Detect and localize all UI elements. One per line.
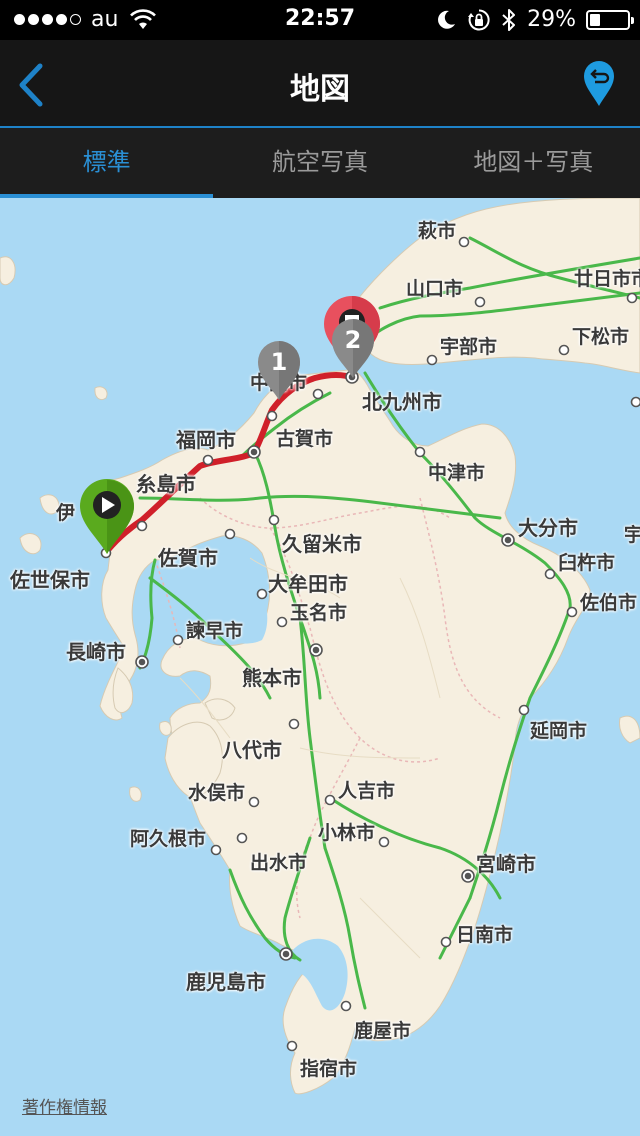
- status-bar: au 22:57 29%: [0, 0, 640, 40]
- city-label: 出水市: [250, 852, 308, 874]
- city-label: 糸島市: [136, 472, 196, 496]
- orientation-lock-icon: [468, 8, 490, 30]
- signal-strength-icon: [14, 14, 81, 25]
- start-pin[interactable]: [78, 478, 136, 556]
- city-label: 下松市: [572, 326, 630, 348]
- battery-level-fill: [590, 13, 600, 26]
- page-title: 地図: [290, 72, 350, 107]
- land-island-2: [19, 533, 42, 555]
- city-label: 古賀市: [276, 428, 334, 450]
- city-label: 阿久根市: [130, 828, 207, 850]
- city-label: 宇: [624, 524, 640, 546]
- city-label: 熊本市: [242, 666, 302, 690]
- city-label: 佐世保市: [10, 568, 90, 592]
- city-label: 大牟田市: [268, 572, 348, 596]
- waypoint-pin-1[interactable]: 1: [256, 340, 302, 402]
- land-island-5: [159, 720, 172, 736]
- city-label: 鹿屋市: [354, 1020, 412, 1042]
- city-label: 八代市: [222, 738, 282, 762]
- city-label: 宇部市: [440, 336, 498, 358]
- waypoint-label: 2: [344, 326, 362, 354]
- carrier-name: au: [91, 7, 119, 32]
- tab-aerial[interactable]: 航空写真: [213, 128, 426, 198]
- wifi-icon: [130, 8, 157, 29]
- city-label: 指宿市: [300, 1058, 358, 1080]
- status-right: 29%: [435, 7, 634, 32]
- city-label: 日南市: [456, 924, 514, 946]
- map-type-tabs: 標準 航空写真 地図＋写真: [0, 128, 640, 198]
- land-island-7: [619, 715, 640, 744]
- city-label: 北九州市: [362, 390, 442, 414]
- city-label: 福岡市: [176, 428, 236, 452]
- map-canvas[interactable]: [0, 198, 640, 1136]
- app-screen: au 22:57 29% 地図 標準 航空写真 地図＋写真 萩市 山口市 廿日市…: [0, 0, 640, 1136]
- city-label: 水俣市: [188, 782, 246, 804]
- city-label: 宮崎市: [476, 852, 536, 876]
- moon-icon: [438, 10, 456, 29]
- city-label: 佐伯市: [580, 592, 638, 614]
- land-island-3: [0, 256, 16, 286]
- copyright-link[interactable]: 著作権情報: [22, 1093, 107, 1118]
- city-label: 鹿児島市: [186, 970, 266, 994]
- city-label: 佐賀市: [158, 546, 218, 570]
- city-label: 廿日市市: [574, 268, 640, 290]
- city-label: 延岡市: [530, 720, 588, 742]
- land-island-4: [94, 386, 108, 401]
- city-label: 伊: [56, 502, 76, 524]
- battery-percent: 29%: [527, 7, 576, 32]
- tab-standard[interactable]: 標準: [0, 128, 214, 198]
- land-island-6: [129, 786, 142, 802]
- city-label: 萩市: [418, 220, 457, 242]
- city-label: 人吉市: [338, 780, 396, 802]
- tab-hybrid[interactable]: 地図＋写真: [427, 128, 640, 198]
- city-label: 山口市: [406, 278, 464, 300]
- map-view[interactable]: 萩市 山口市 廿日市市 宇部市 下松市 北九州市 中間市 福岡市 古賀市 中津市…: [0, 198, 640, 1136]
- city-label: 大分市: [518, 516, 578, 540]
- city-label: 臼杵市: [558, 552, 616, 574]
- battery-icon: [586, 9, 634, 30]
- route-pin-icon[interactable]: [582, 60, 616, 108]
- waypoint-pin-2[interactable]: 2: [330, 318, 376, 380]
- city-label: 中津市: [428, 462, 486, 484]
- navigation-bar: 地図: [0, 40, 640, 128]
- city-label: 久留米市: [282, 532, 362, 556]
- bluetooth-icon: [502, 8, 516, 31]
- city-label: 長崎市: [66, 640, 126, 664]
- city-label: 玉名市: [290, 602, 348, 624]
- city-label: 諫早市: [186, 620, 244, 642]
- waypoint-label: 1: [270, 348, 288, 376]
- city-label: 小林市: [318, 822, 376, 844]
- status-left: au: [14, 7, 157, 32]
